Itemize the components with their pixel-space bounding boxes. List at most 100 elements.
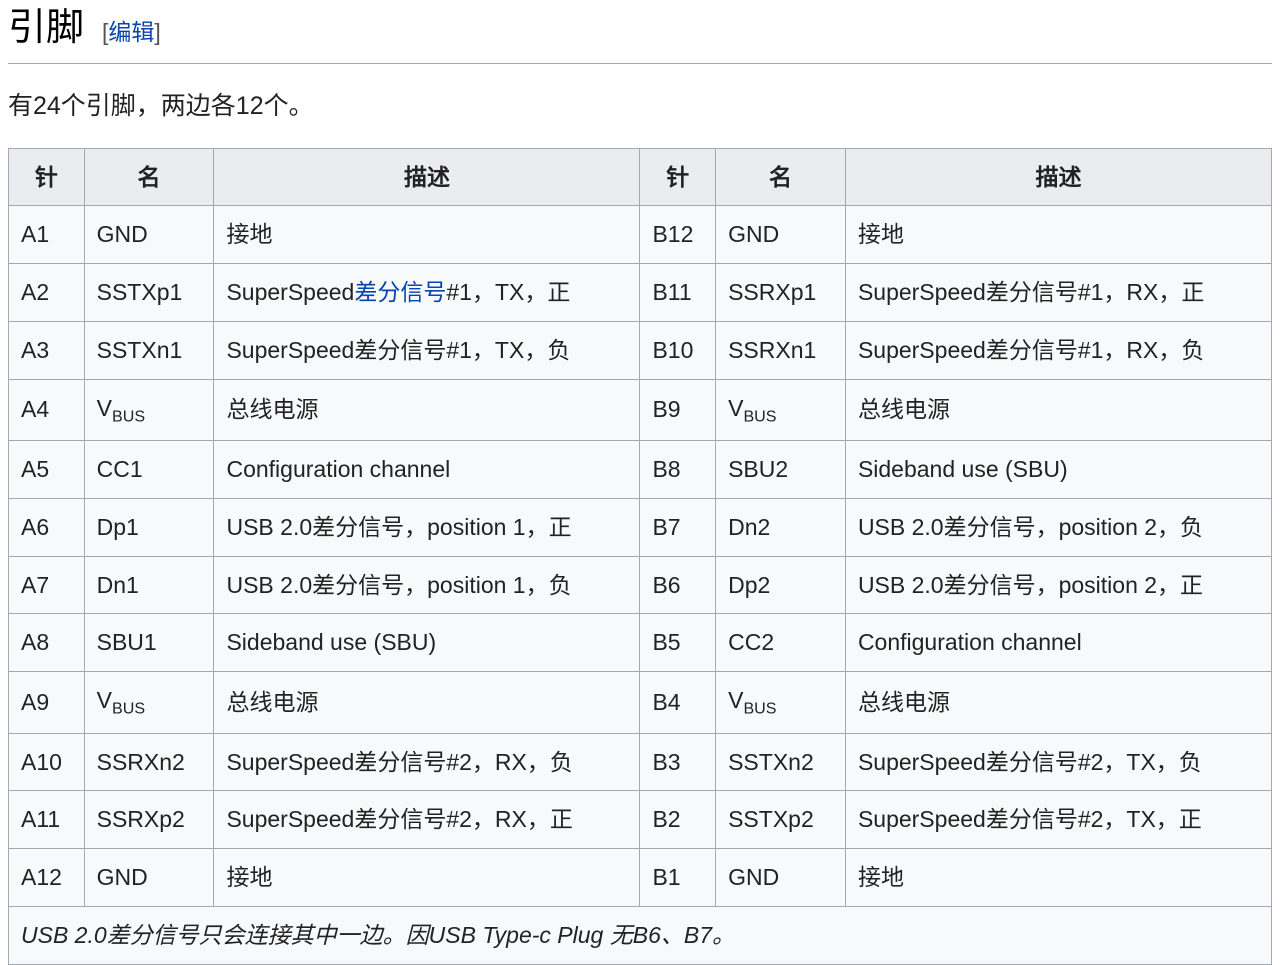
cell-pin-a: A9 [9,672,85,733]
table-footnote: USB 2.0差分信号只会连接其中一边。因USB Type-c Plug 无B6… [9,906,1272,964]
cell-pin-a: A4 [9,379,85,440]
table-row: A7Dn1USB 2.0差分信号，position 1，负B6Dp2USB 2.… [9,556,1272,614]
cell-desc-b: Sideband use (SBU) [845,441,1271,499]
cell-pin-a: A1 [9,206,85,264]
cell-desc-a: USB 2.0差分信号，position 1，负 [214,556,640,614]
table-row: A1GND接地B12GND接地 [9,206,1272,264]
cell-pin-a: A8 [9,614,85,672]
cell-name-b: VBUS [716,379,846,440]
cell-desc-a: SuperSpeed差分信号#2，RX，正 [214,791,640,849]
cell-name-b: GND [716,849,846,907]
cell-name-a: GND [84,849,214,907]
table-footnote-row: USB 2.0差分信号只会连接其中一边。因USB Type-c Plug 无B6… [9,906,1272,964]
cell-pin-b: B12 [640,206,716,264]
cell-pin-a: A12 [9,849,85,907]
th-desc-b: 描述 [845,148,1271,206]
cell-desc-a: 接地 [214,206,640,264]
table-row: A10SSRXn2SuperSpeed差分信号#2，RX，负B3SSTXn2Su… [9,733,1272,791]
cell-pin-a: A2 [9,264,85,322]
cell-desc-a: SuperSpeed差分信号#1，TX，正 [214,264,640,322]
cell-name-a: SSRXn2 [84,733,214,791]
cell-desc-b: SuperSpeed差分信号#1，RX，负 [845,321,1271,379]
link-differential-signal[interactable]: 差分信号 [354,279,446,305]
cell-pin-b: B6 [640,556,716,614]
table-row: A8SBU1Sideband use (SBU)B5CC2Configurati… [9,614,1272,672]
cell-desc-b: SuperSpeed差分信号#2，TX，正 [845,791,1271,849]
cell-pin-b: B1 [640,849,716,907]
cell-desc-b: 总线电源 [845,379,1271,440]
cell-pin-b: B2 [640,791,716,849]
cell-desc-a: 总线电源 [214,672,640,733]
cell-pin-a: A10 [9,733,85,791]
table-row: A6Dp1USB 2.0差分信号，position 1，正B7Dn2USB 2.… [9,498,1272,556]
cell-desc-a: SuperSpeed差分信号#1，TX，负 [214,321,640,379]
cell-pin-b: B11 [640,264,716,322]
cell-name-b: Dn2 [716,498,846,556]
cell-name-b: VBUS [716,672,846,733]
cell-name-a: SSTXp1 [84,264,214,322]
table-header-row: 针 名 描述 针 名 描述 [9,148,1272,206]
cell-desc-b: 接地 [845,206,1271,264]
bracket-close: ] [154,19,160,45]
th-name-a: 名 [84,148,214,206]
table-row: A12GND接地B1GND接地 [9,849,1272,907]
cell-name-b: Dp2 [716,556,846,614]
cell-name-a: SSRXp2 [84,791,214,849]
cell-desc-b: SuperSpeed差分信号#2，TX，负 [845,733,1271,791]
edit-link[interactable]: 编辑 [108,19,154,45]
th-desc-a: 描述 [214,148,640,206]
cell-name-b: CC2 [716,614,846,672]
cell-desc-b: Configuration channel [845,614,1271,672]
th-pin-a: 针 [9,148,85,206]
cell-desc-b: USB 2.0差分信号，position 2，正 [845,556,1271,614]
cell-desc-a: USB 2.0差分信号，position 1，正 [214,498,640,556]
table-row: A11SSRXp2SuperSpeed差分信号#2，RX，正B2SSTXp2Su… [9,791,1272,849]
cell-name-a: Dp1 [84,498,214,556]
edit-group: [编辑] [102,15,161,50]
pin-table: 针 名 描述 针 名 描述 A1GND接地B12GND接地A2SSTXp1Sup… [8,148,1272,965]
cell-desc-b: SuperSpeed差分信号#1，RX，正 [845,264,1271,322]
intro-text: 有24个引脚，两边各12个。 [8,88,1272,126]
cell-name-a: CC1 [84,441,214,499]
cell-pin-a: A3 [9,321,85,379]
cell-name-a: SBU1 [84,614,214,672]
cell-name-b: SBU2 [716,441,846,499]
cell-name-a: VBUS [84,672,214,733]
table-row: A4VBUS总线电源B9VBUS总线电源 [9,379,1272,440]
cell-name-b: SSTXp2 [716,791,846,849]
section-title: 引脚 [8,0,84,57]
cell-pin-b: B10 [640,321,716,379]
cell-pin-b: B9 [640,379,716,440]
section-heading: 引脚 [编辑] [8,0,1272,64]
cell-name-b: GND [716,206,846,264]
cell-desc-b: USB 2.0差分信号，position 2，负 [845,498,1271,556]
cell-pin-a: A5 [9,441,85,499]
th-pin-b: 针 [640,148,716,206]
table-row: A9VBUS总线电源B4VBUS总线电源 [9,672,1272,733]
cell-pin-a: A7 [9,556,85,614]
cell-desc-a: SuperSpeed差分信号#2，RX，负 [214,733,640,791]
cell-pin-b: B5 [640,614,716,672]
cell-name-b: SSRXn1 [716,321,846,379]
cell-name-a: VBUS [84,379,214,440]
cell-desc-a: Sideband use (SBU) [214,614,640,672]
table-row: A3SSTXn1SuperSpeed差分信号#1，TX，负B10SSRXn1Su… [9,321,1272,379]
table-row: A5CC1Configuration channelB8SBU2Sideband… [9,441,1272,499]
cell-desc-a: Configuration channel [214,441,640,499]
table-row: A2SSTXp1SuperSpeed差分信号#1，TX，正B11SSRXp1Su… [9,264,1272,322]
cell-pin-b: B8 [640,441,716,499]
cell-name-a: Dn1 [84,556,214,614]
cell-pin-b: B4 [640,672,716,733]
cell-name-a: GND [84,206,214,264]
cell-desc-a: 接地 [214,849,640,907]
table-body: A1GND接地B12GND接地A2SSTXp1SuperSpeed差分信号#1，… [9,206,1272,907]
cell-name-b: SSRXp1 [716,264,846,322]
cell-pin-a: A6 [9,498,85,556]
cell-desc-a: 总线电源 [214,379,640,440]
cell-desc-b: 接地 [845,849,1271,907]
cell-desc-b: 总线电源 [845,672,1271,733]
cell-name-a: SSTXn1 [84,321,214,379]
cell-name-b: SSTXn2 [716,733,846,791]
th-name-b: 名 [716,148,846,206]
cell-pin-a: A11 [9,791,85,849]
